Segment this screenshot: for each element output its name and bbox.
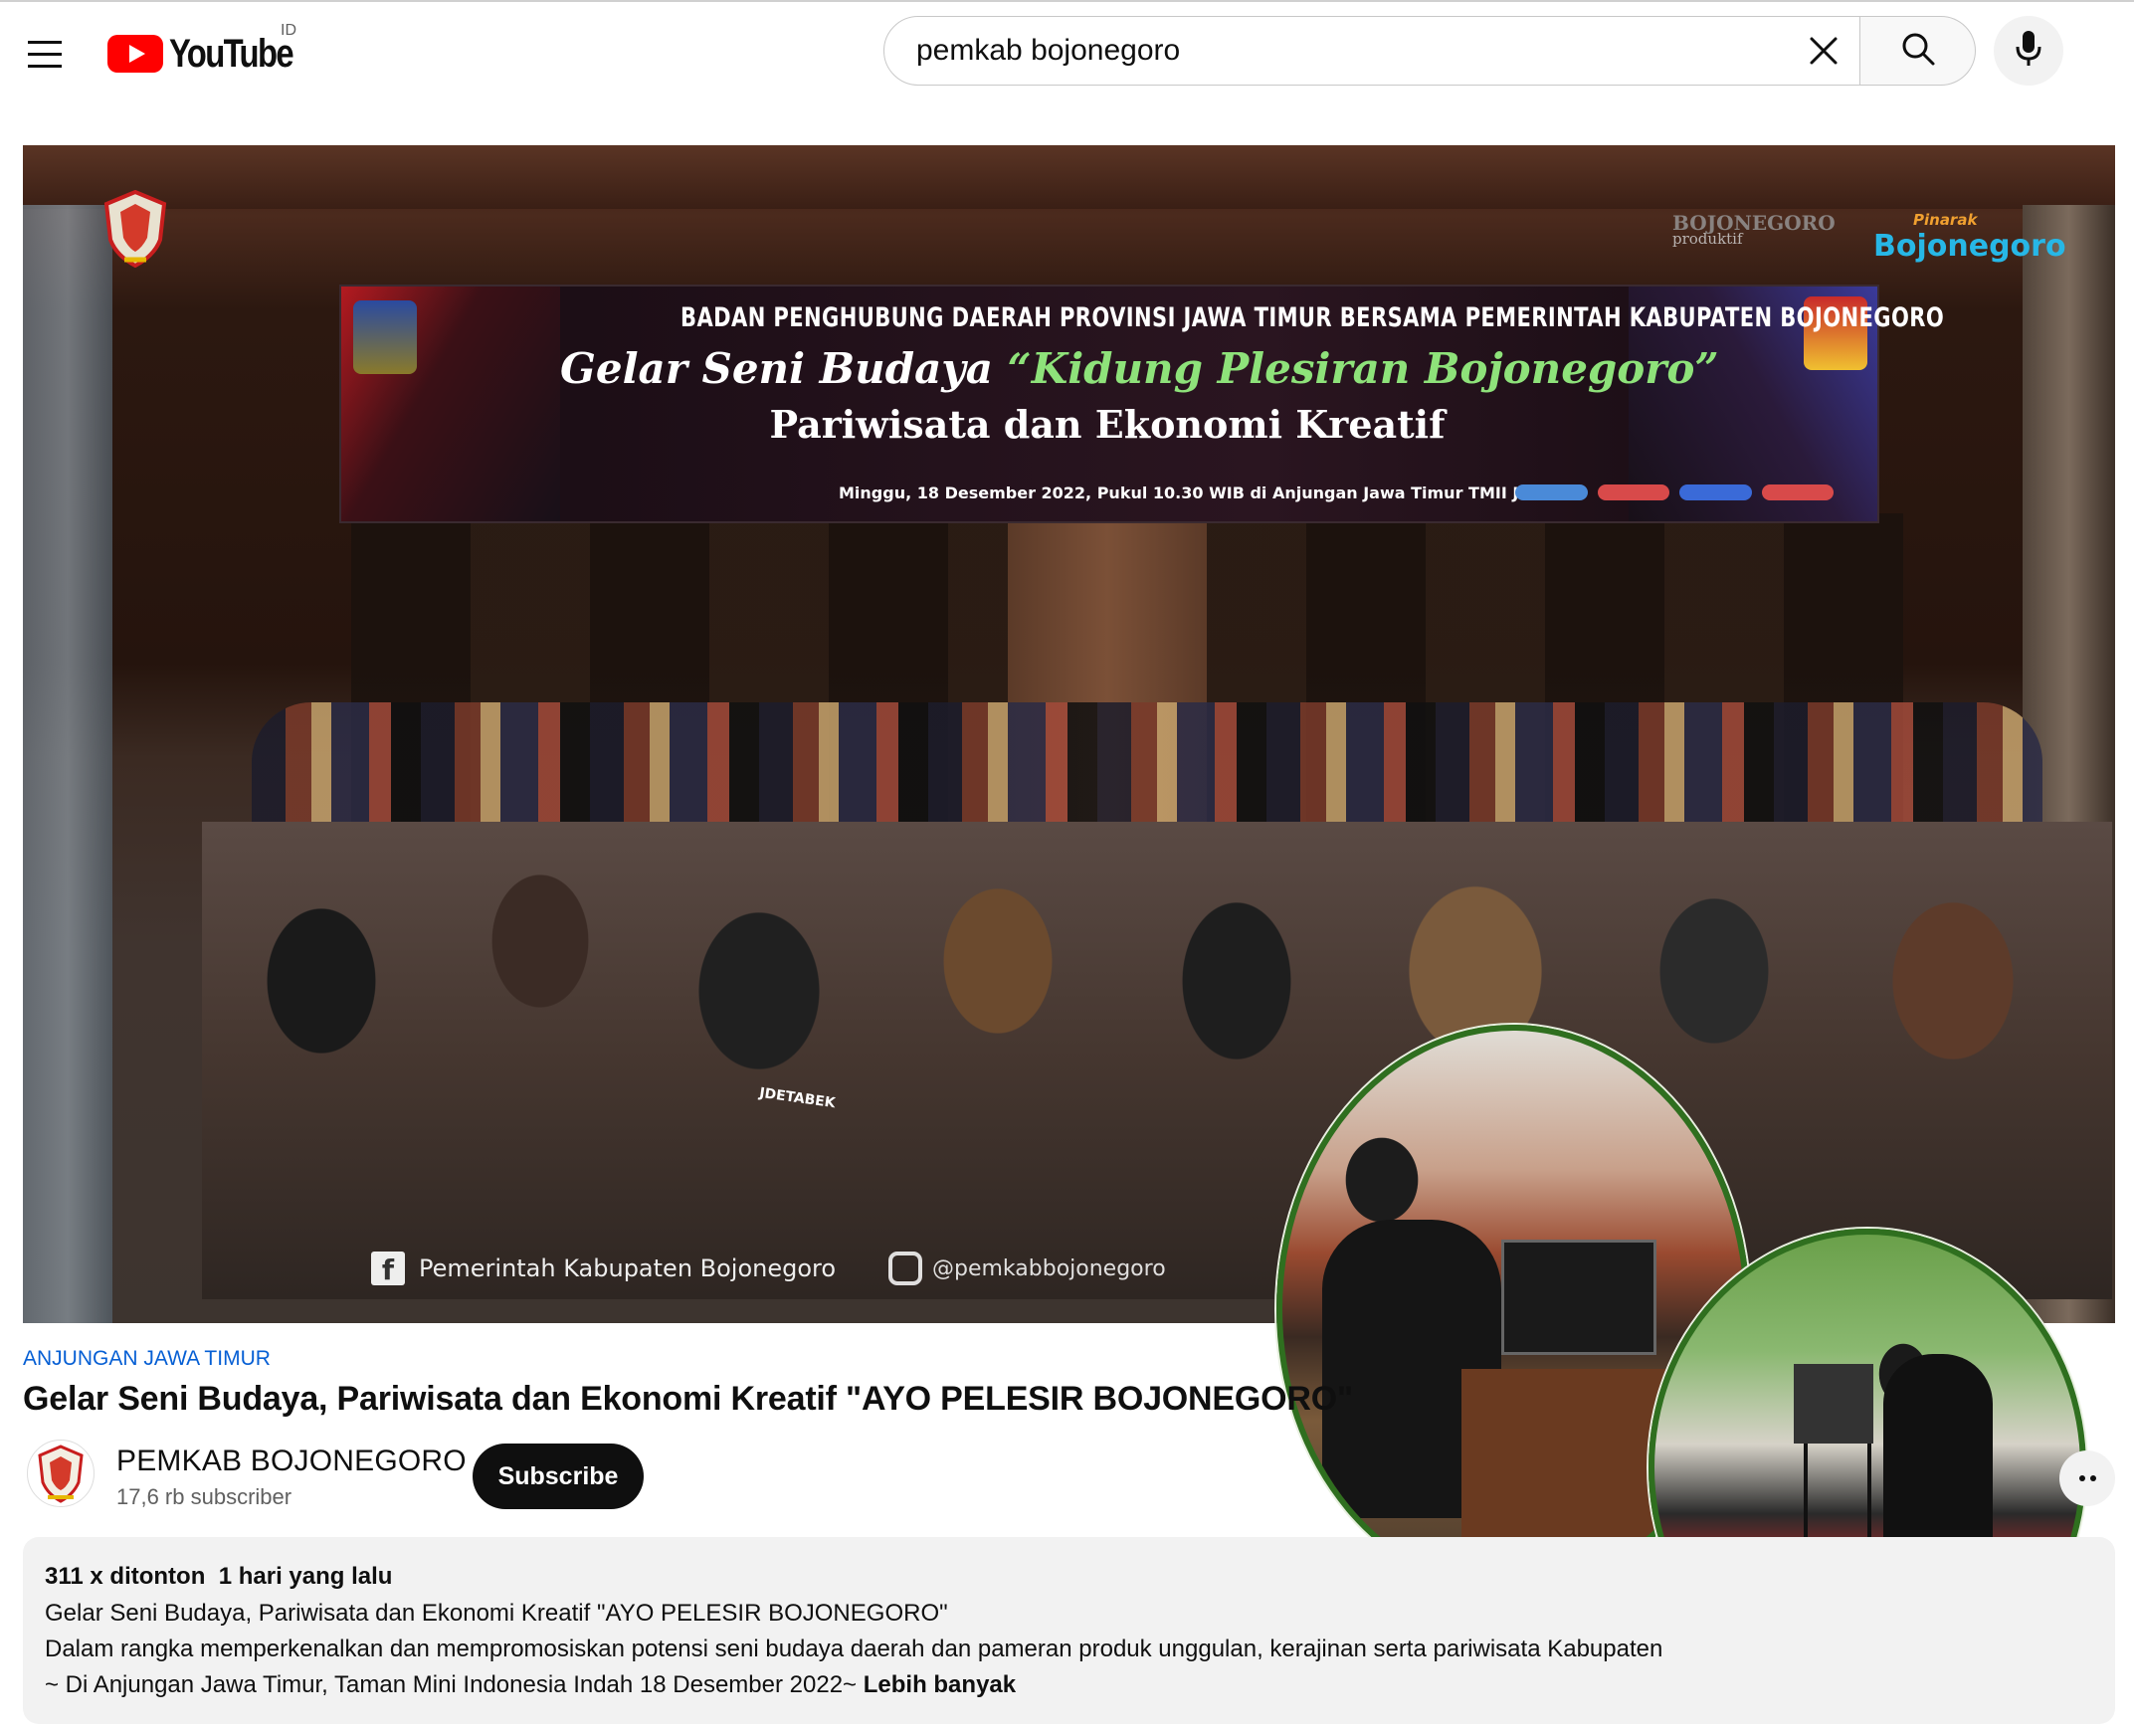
hamburger-menu-icon[interactable] xyxy=(22,30,70,78)
youtube-logo-text: YouTube xyxy=(169,31,294,76)
instagram-watermark: @pemkabbojonegoro xyxy=(888,1252,1166,1285)
video-player[interactable]: BADAN PENGHUBUNG DAERAH PROVINSI JAWA TI… xyxy=(23,145,2115,1323)
east-java-crest-icon xyxy=(353,300,417,374)
description-line-1: Gelar Seni Budaya, Pariwisata dan Ekonom… xyxy=(45,1600,948,1627)
instagram-icon xyxy=(888,1252,922,1285)
show-more-link[interactable]: Lebih banyak xyxy=(864,1671,1016,1698)
banner-line-1: BADAN PENGHUBUNG DAERAH PROVINSI JAWA TI… xyxy=(680,302,1945,333)
subscribe-button[interactable]: Subscribe xyxy=(473,1444,644,1509)
event-banner: BADAN PENGHUBUNG DAERAH PROVINSI JAWA TI… xyxy=(339,285,1945,523)
video-audience xyxy=(202,822,2112,1299)
more-horizontal-icon[interactable] xyxy=(2059,1450,2115,1506)
description-line-3: ~ Di Anjungan Jawa Timur, Taman Mini Ind… xyxy=(45,1671,1016,1699)
pinarak-bojonegoro-logo: Pinarak Bojonegoro xyxy=(1873,211,2066,264)
video-pillar-left xyxy=(23,205,112,1323)
brand-bojonegoro-text: BOJONEGORO xyxy=(1672,211,1836,235)
channel-name[interactable]: PEMKAB BOJONEGORO xyxy=(116,1445,467,1478)
pinarak-bojonegoro-text: Bojonegoro xyxy=(1873,229,2066,264)
facebook-watermark: f Pemerintah Kabupaten Bojonegoro xyxy=(371,1252,837,1286)
microphone-icon xyxy=(2014,30,2043,73)
bojonegoro-crest-icon xyxy=(102,189,168,269)
video-camera-icon xyxy=(1794,1364,1873,1444)
video-stats: 311 x ditonton 1 hari yang lalu xyxy=(45,1563,392,1591)
description-line-3-text: ~ Di Anjungan Jawa Timur, Taman Mini Ind… xyxy=(45,1671,858,1698)
video-title: Gelar Seni Budaya, Pariwisata dan Ekonom… xyxy=(23,1380,1353,1418)
voice-search-button[interactable] xyxy=(1994,16,2063,86)
channel-avatar[interactable] xyxy=(27,1440,95,1507)
banner-line-2: Gelar Seni Budaya “Kidung Plesiran Bojon… xyxy=(560,344,1719,393)
banner-line-2-highlight: “Kidung Plesiran Bojonegoro” xyxy=(1007,344,1719,393)
video-hashtag-link[interactable]: ANJUNGAN JAWA TIMUR xyxy=(23,1347,271,1371)
close-icon[interactable] xyxy=(1802,29,1845,73)
search-box xyxy=(883,16,1860,86)
facebook-watermark-text: Pemerintah Kabupaten Bojonegoro xyxy=(419,1254,837,1282)
view-count: 311 x ditonton xyxy=(45,1563,206,1590)
country-code: ID xyxy=(281,22,296,39)
description-line-2: Dalam rangka memperkenalkan dan mempromo… xyxy=(45,1636,1663,1662)
subscriber-count: 17,6 rb subscriber xyxy=(116,1484,292,1509)
upload-age: 1 hari yang lalu xyxy=(218,1563,393,1590)
pinarak-text: Pinarak xyxy=(1913,211,1978,229)
banner-line-2-prefix: Gelar Seni Budaya xyxy=(560,344,1008,393)
search-icon xyxy=(1898,29,1938,74)
search-button[interactable] xyxy=(1860,16,1976,86)
facebook-icon: f xyxy=(371,1252,405,1286)
search-input[interactable] xyxy=(914,33,1714,69)
instagram-watermark-text: @pemkabbojonegoro xyxy=(932,1255,1166,1281)
video-roof xyxy=(23,145,2115,209)
banner-line-4: Minggu, 18 Desember 2022, Pukul 10.30 WI… xyxy=(839,483,1577,502)
banner-line-3: Pariwisata dan Ekonomi Kreatif xyxy=(769,402,1446,447)
youtube-play-icon xyxy=(107,35,163,73)
laptop-icon xyxy=(1501,1240,1656,1355)
brand-produktif-text: produktif xyxy=(1672,230,1743,248)
description-box[interactable]: 311 x ditonton 1 hari yang lalu Gelar Se… xyxy=(23,1537,2115,1724)
banner-social-links xyxy=(1515,482,1834,503)
bojonegoro-produktif-logo: BOJONEGORO produktif xyxy=(1672,211,1836,248)
